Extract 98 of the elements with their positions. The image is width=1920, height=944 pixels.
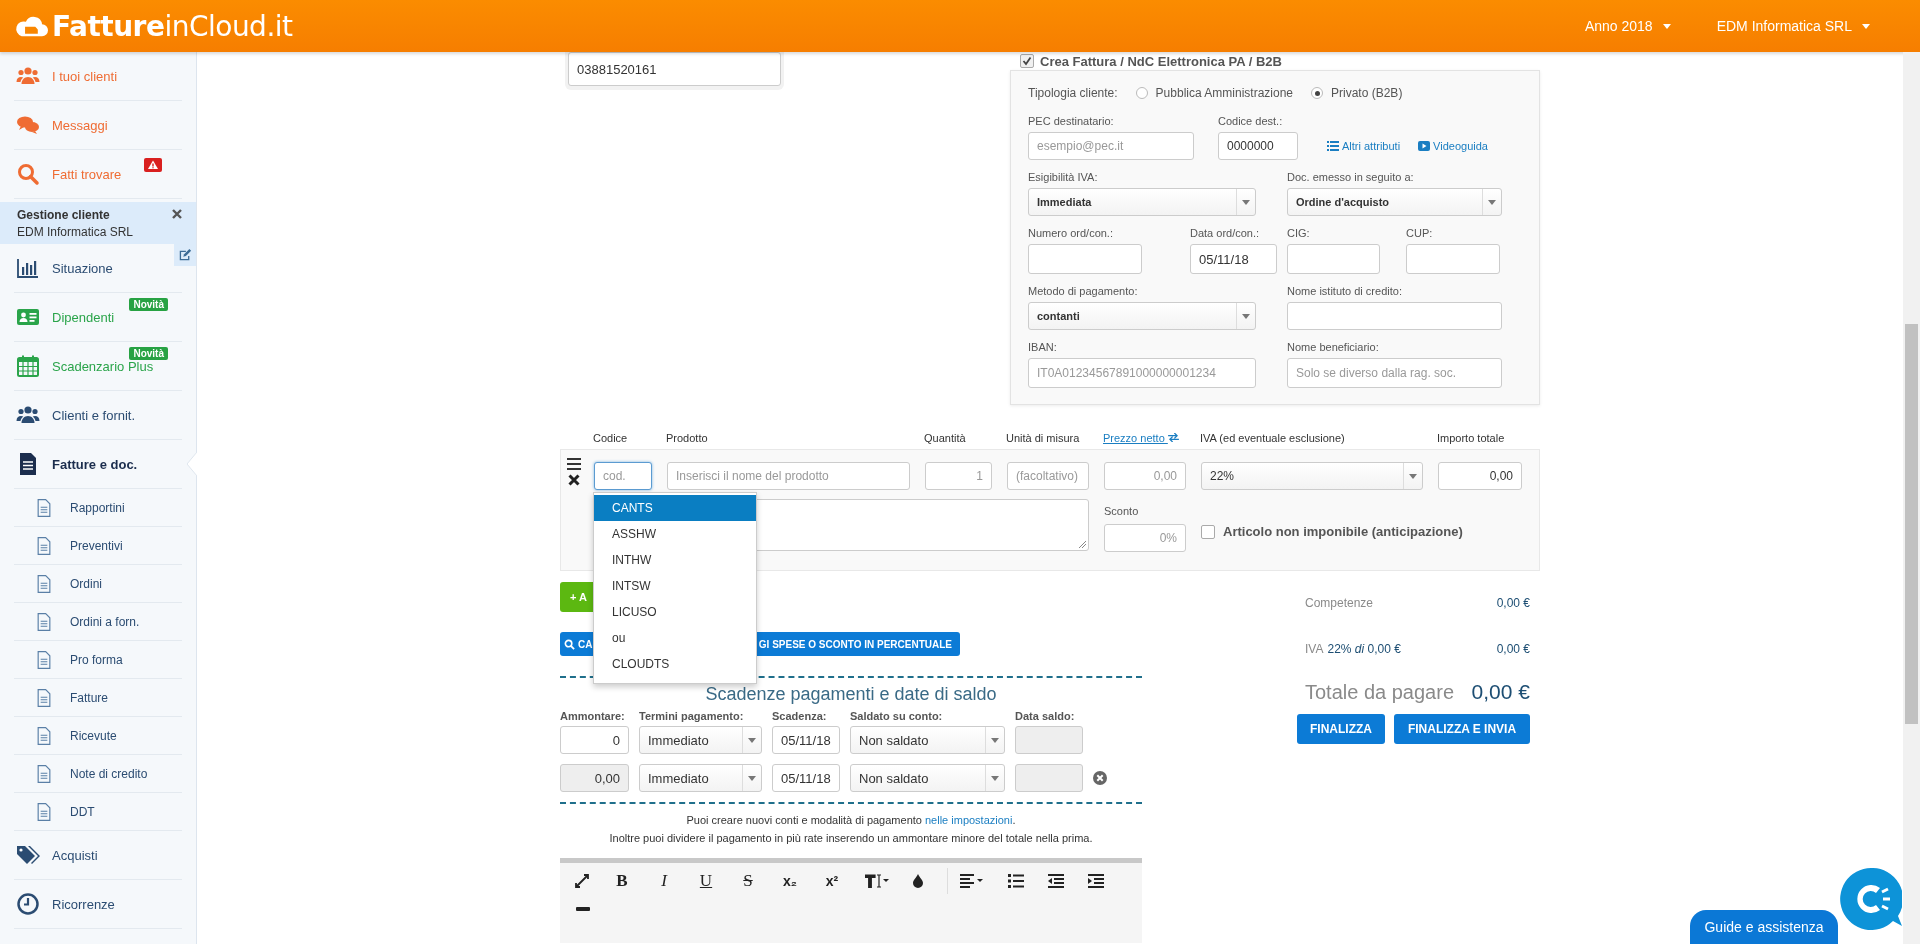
total-label: Totale da pagare [1305, 681, 1454, 704]
finalize-button[interactable]: FINALIZZA [1297, 714, 1385, 744]
price-field[interactable]: 0,00 [1104, 462, 1186, 490]
amount-field[interactable]: 0 [560, 726, 629, 754]
client-name[interactable]: EDM Informatica SRL [17, 224, 134, 239]
help-chat-button[interactable]: Guide e assistenza [1690, 910, 1838, 944]
column-header: IVA (ed eventuale esclusione) [1200, 432, 1346, 444]
format-button[interactable]: B [613, 871, 631, 891]
finalize-button[interactable]: FINALIZZA E INVIA [1394, 714, 1530, 744]
field-label: Sconto [1104, 505, 1140, 519]
select-field[interactable]: Ordine d'acquisto [1287, 188, 1502, 216]
field-label: CUP: [1406, 227, 1434, 241]
column-header: Scadenza: [772, 710, 828, 722]
column-header: Prodotto [666, 432, 709, 444]
vat-select[interactable]: 22% [1201, 462, 1423, 490]
field-label: Metodo di pagamento: [1028, 285, 1139, 299]
input-field[interactable]: esempio@pec.it [1028, 132, 1194, 160]
vat-detail: 22% di 0,00 € [1327, 642, 1401, 656]
format-button[interactable]: S [739, 871, 757, 891]
sidebar-subitem[interactable]: Fatture [14, 679, 182, 717]
column-header: Ammontare: [560, 710, 626, 722]
payment-note: Inoltre puoi dividere il pagamento in più rate inserendo un ammontare minore del totale nella prima. [608, 832, 1094, 845]
suggestion-item[interactable]: ASSHW [594, 521, 756, 547]
total-label: IVA [1305, 642, 1324, 656]
field-label: Data ord/con.: [1190, 227, 1261, 241]
product-field[interactable]: Inserisci il nome del prodotto [667, 462, 910, 490]
field-label: Codice dest.: [1218, 115, 1284, 129]
format-button[interactable]: I [655, 871, 673, 891]
attributes-link[interactable]: Altri attributi [1327, 140, 1401, 152]
sidebar-subitem[interactable]: Rapportini [14, 489, 182, 527]
code-field[interactable]: cod. [594, 462, 652, 490]
discount-field[interactable]: 0% [1104, 524, 1186, 552]
due-date-field[interactable]: 05/11/18 [772, 726, 840, 754]
field-label: Nome istituto di credito: [1287, 285, 1403, 299]
input-field[interactable]: Solo se diverso dalla rag. soc. [1287, 358, 1502, 388]
video-guide-link[interactable]: Videoguida [1418, 140, 1488, 152]
suggestion-item[interactable]: INTSW [594, 573, 756, 599]
suggestion-item[interactable]: INTHW [594, 547, 756, 573]
radio-label: Privato (B2B) [1331, 86, 1403, 100]
quantity-field[interactable]: 1 [925, 462, 992, 490]
sidebar-item[interactable]: Acquisti [14, 831, 182, 880]
due-date-field[interactable]: 05/11/18 [772, 764, 840, 792]
column-header: Data saldo: [1015, 710, 1076, 722]
column-header: Termini pagamento: [639, 710, 745, 722]
column-header: Unità di misura [1006, 432, 1081, 444]
column-header: Saldato su conto: [850, 710, 944, 722]
field-label: Tipologia cliente: [1028, 86, 1118, 100]
input-field[interactable]: 0000000 [1218, 132, 1298, 160]
account-select[interactable]: Non saldato [850, 764, 1005, 792]
column-header: Importo totale [1437, 432, 1506, 444]
format-button[interactable]: x² [823, 873, 841, 889]
new-badge: Novità [129, 347, 168, 360]
input-field[interactable]: 05/11/18 [1190, 244, 1277, 274]
format-button[interactable]: U [697, 871, 715, 891]
format-button[interactable]: x₂ [781, 873, 799, 889]
checkbox-label: Crea Fattura / NdC Elettronica PA / B2B [1040, 53, 1282, 69]
field-label: PEC destinatario: [1028, 115, 1115, 129]
suggestion-item[interactable]: CANTS [594, 495, 756, 521]
unit-field[interactable]: (facoltativo) [1007, 462, 1089, 490]
select-field[interactable]: contanti [1028, 302, 1256, 330]
field-label: Doc. emesso in seguito a: [1287, 171, 1415, 185]
sidebar-subitem[interactable]: Ricevute [14, 717, 182, 755]
new-badge: Novità [129, 298, 168, 311]
sidebar-subitem[interactable]: Pro forma [14, 641, 182, 679]
total-value: 0,00 € [1471, 680, 1530, 704]
terms-select[interactable]: Immediato [639, 764, 762, 792]
field-label: Numero ord/con.: [1028, 227, 1114, 241]
total-label: Competenze [1305, 596, 1374, 610]
account-select[interactable]: Non saldato [850, 726, 1005, 754]
radio-label: Pubblica Amministrazione [1155, 86, 1293, 100]
sidebar-subitem[interactable]: Note di credito [14, 755, 182, 793]
column-header: Quantità [924, 432, 967, 444]
field-label: CIG: [1287, 227, 1311, 241]
sidebar-subitem[interactable]: Preventivi [14, 527, 182, 565]
sidebar-item[interactable]: Ricorrenze [14, 880, 182, 929]
suggestion-item[interactable]: LICUSO [594, 599, 756, 625]
column-header: Codice [593, 432, 629, 444]
payment-note: Puoi creare nuovi conti e modalità di pagamento nelle impostazioni. [685, 814, 1017, 827]
total-field[interactable]: 0,00 [1438, 462, 1522, 490]
sidebar-item[interactable]: Situazione [14, 244, 182, 293]
client-panel-title: Gestione cliente [17, 207, 110, 222]
total-value: 0,00 € [1496, 596, 1530, 610]
column-sort-link[interactable]: Prezzo netto [1103, 432, 1185, 444]
total-value: 0,00 € [1496, 642, 1530, 656]
terms-select[interactable]: Immediato [639, 726, 762, 754]
select-field[interactable]: Immediata [1028, 188, 1256, 216]
input-field[interactable]: 03881520161 [568, 52, 781, 86]
field-label: IBAN: [1028, 341, 1058, 355]
input-field[interactable]: IT0A01234567891000000001234 [1028, 358, 1256, 388]
sidebar-subitem[interactable]: Ordini [14, 565, 182, 603]
sidebar-subitem[interactable]: Ordini a forn. [14, 603, 182, 641]
sidebar-item[interactable]: Clienti e fornit. [14, 391, 182, 440]
sidebar-subitem[interactable]: DDT [14, 793, 182, 831]
field-label: Nome beneficiario: [1287, 341, 1380, 355]
field-label: Esigibilità IVA: [1028, 171, 1099, 185]
sidebar-item[interactable]: Fatture e doc. [14, 440, 182, 489]
checkbox-label: Articolo non imponibile (anticipazione) [1223, 524, 1463, 539]
section-title: Scadenze pagamenti e date di saldo [704, 684, 998, 706]
